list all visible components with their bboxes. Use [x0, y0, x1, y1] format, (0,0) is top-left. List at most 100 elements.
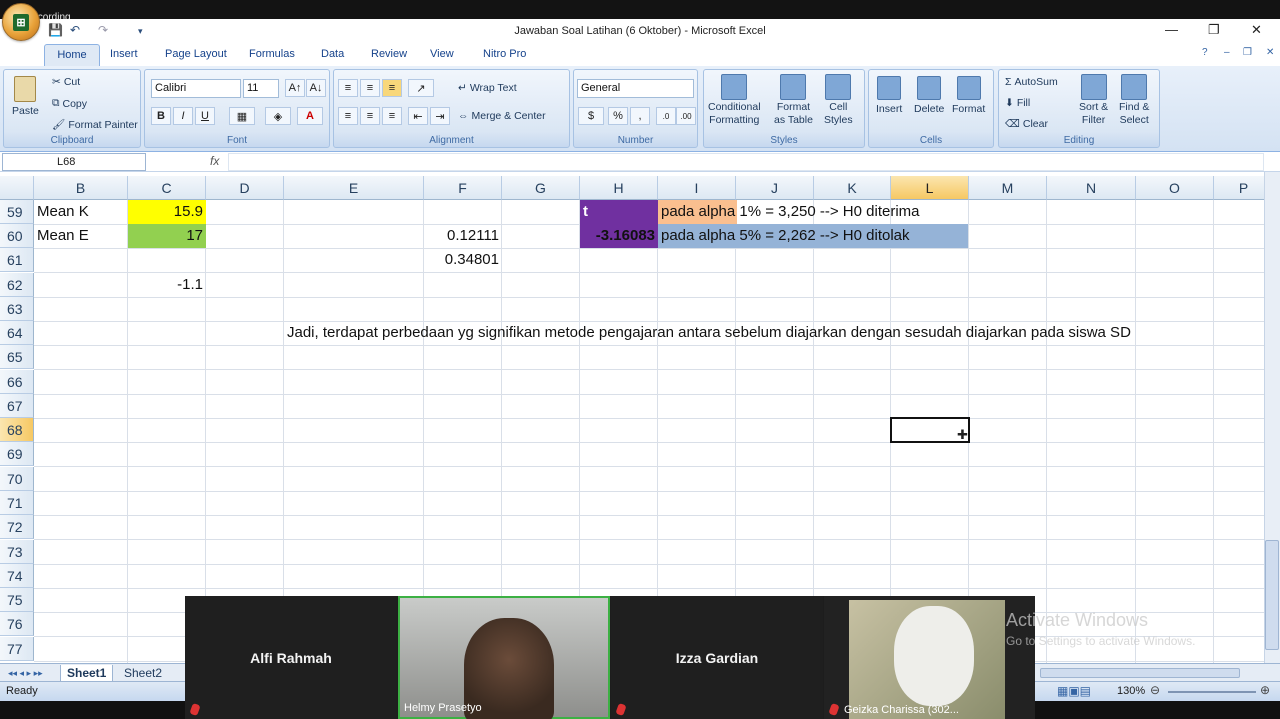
formula-input[interactable]: [228, 153, 1264, 171]
row-header-68[interactable]: 68: [0, 418, 34, 442]
tab-home[interactable]: Home: [44, 44, 100, 66]
column-header-j[interactable]: J: [736, 176, 814, 200]
cell-e64[interactable]: Jadi, terdapat perbedaan yg signifikan m…: [284, 321, 1204, 345]
participant-tile-2[interactable]: Helmy Prasetyo: [398, 596, 610, 719]
doc-close-icon[interactable]: ✕: [1266, 47, 1274, 58]
align-center-button[interactable]: ≡: [360, 107, 380, 125]
row-header-64[interactable]: 64: [0, 321, 34, 345]
currency-button[interactable]: $: [578, 107, 604, 125]
font-name-select[interactable]: Calibri: [151, 79, 241, 98]
cell-c60[interactable]: 17: [128, 224, 206, 248]
row-header-62[interactable]: 62: [0, 273, 34, 297]
fill-button[interactable]: ⬇ Fill: [1005, 97, 1030, 109]
sheet-tab-1[interactable]: Sheet1: [60, 665, 114, 682]
sheet-tab-2[interactable]: Sheet2: [118, 665, 168, 681]
column-header-b[interactable]: B: [34, 176, 128, 200]
underline-button[interactable]: U: [195, 107, 215, 125]
tab-formulas[interactable]: Formulas: [249, 48, 295, 60]
worksheet-grid[interactable]: B C D E F G H I J K L M N O P 59 60 61 6…: [0, 172, 1264, 663]
row-header-66[interactable]: 66: [0, 370, 34, 394]
sort-filter-button[interactable]: Sort & Filter: [1079, 74, 1108, 126]
cell-styles-button[interactable]: Cell Styles: [824, 74, 853, 126]
cell-f60[interactable]: 0.12111: [424, 224, 502, 248]
name-box[interactable]: L68: [2, 153, 146, 171]
cell-c59[interactable]: 15.9: [128, 200, 206, 224]
zoom-slider[interactable]: [1168, 691, 1256, 693]
orientation-button[interactable]: ↗: [408, 79, 434, 97]
comma-button[interactable]: ,: [630, 107, 650, 125]
bold-button[interactable]: B: [151, 107, 171, 125]
column-header-e[interactable]: E: [284, 176, 424, 200]
help-icon[interactable]: ?: [1202, 47, 1208, 58]
column-header-i[interactable]: I: [658, 176, 736, 200]
align-bottom-button[interactable]: ≡: [382, 79, 402, 97]
row-header-59[interactable]: 59: [0, 200, 34, 224]
row-header-63[interactable]: 63: [0, 297, 34, 321]
participant-tile-4[interactable]: Geizka Charissa (302...: [824, 596, 1035, 719]
number-format-select[interactable]: General: [577, 79, 694, 98]
horizontal-scrollbar[interactable]: [1040, 668, 1240, 678]
find-select-button[interactable]: Find & Select: [1119, 74, 1149, 126]
column-header-d[interactable]: D: [206, 176, 284, 200]
decrease-decimal-button[interactable]: .00: [676, 107, 696, 125]
cell-c62[interactable]: -1.1: [128, 273, 206, 297]
zoom-level[interactable]: 130%: [1117, 685, 1145, 697]
increase-indent-button[interactable]: ⇥: [430, 107, 450, 125]
column-header-g[interactable]: G: [502, 176, 580, 200]
cut-button[interactable]: ✂ Cut: [52, 76, 80, 88]
row-header-77[interactable]: 77: [0, 637, 34, 661]
format-as-table-button[interactable]: Format as Table: [774, 74, 813, 126]
doc-restore-icon[interactable]: ❐: [1243, 47, 1252, 58]
grow-font-button[interactable]: A↑: [285, 79, 305, 97]
delete-cells-button[interactable]: Delete: [914, 76, 944, 115]
zoom-out-icon[interactable]: ⊖: [1150, 683, 1160, 697]
row-header-61[interactable]: 61: [0, 248, 34, 272]
cell-b59[interactable]: Mean K: [34, 200, 128, 224]
conditional-formatting-button[interactable]: Conditional Formatting: [708, 74, 761, 126]
doc-minimize-icon[interactable]: –: [1224, 47, 1230, 58]
align-right-button[interactable]: ≡: [382, 107, 402, 125]
format-cells-button[interactable]: Format: [952, 76, 985, 115]
merge-center-button[interactable]: ⇔ Merge & Center: [458, 110, 546, 122]
row-header-70[interactable]: 70: [0, 467, 34, 491]
decrease-indent-button[interactable]: ⇤: [408, 107, 428, 125]
insert-function-icon[interactable]: fx: [210, 154, 219, 168]
copy-button[interactable]: ⧉ Copy: [52, 97, 87, 110]
cell-h59[interactable]: t: [580, 200, 658, 224]
wrap-text-button[interactable]: ↵ Wrap Text: [458, 82, 517, 94]
align-middle-button[interactable]: ≡: [360, 79, 380, 97]
fill-color-button[interactable]: ◈: [265, 107, 291, 125]
row-header-72[interactable]: 72: [0, 515, 34, 539]
row-header-75[interactable]: 75: [0, 588, 34, 612]
cell-f61[interactable]: 0.34801: [424, 248, 502, 272]
borders-button[interactable]: ▦: [229, 107, 255, 125]
column-header-p[interactable]: P: [1214, 176, 1264, 200]
cell-i60[interactable]: pada alpha 5% = 2,262 --> H0 ditolak: [658, 224, 968, 248]
vertical-scroll-thumb[interactable]: [1265, 540, 1279, 650]
column-header-l[interactable]: L: [891, 176, 969, 200]
column-header-n[interactable]: N: [1047, 176, 1136, 200]
row-header-60[interactable]: 60: [0, 224, 34, 248]
participant-tile-3[interactable]: Izza Gardian: [611, 596, 823, 719]
tab-insert[interactable]: Insert: [110, 48, 138, 60]
row-header-73[interactable]: 73: [0, 540, 34, 564]
italic-button[interactable]: I: [173, 107, 193, 125]
cell-i59[interactable]: pada alpha 1% = 3,250 --> H0 diterima: [658, 200, 968, 224]
row-header-69[interactable]: 69: [0, 442, 34, 466]
view-buttons-icon[interactable]: ▦▣▤: [1057, 684, 1091, 698]
office-button[interactable]: ⊞: [2, 3, 40, 41]
cell-b60[interactable]: Mean E: [34, 224, 128, 248]
tab-nitro-pro[interactable]: Nitro Pro: [483, 48, 526, 60]
row-header-76[interactable]: 76: [0, 612, 34, 636]
column-header-o[interactable]: O: [1136, 176, 1214, 200]
align-left-button[interactable]: ≡: [338, 107, 358, 125]
select-all-corner[interactable]: [0, 176, 34, 200]
zoom-in-icon[interactable]: ⊕: [1260, 683, 1270, 697]
clear-button[interactable]: ⌫ Clear: [1005, 118, 1048, 130]
column-header-h[interactable]: H: [580, 176, 658, 200]
close-button[interactable]: ✕: [1251, 22, 1262, 38]
column-header-f[interactable]: F: [424, 176, 502, 200]
tab-data[interactable]: Data: [321, 48, 344, 60]
restore-button[interactable]: ❐: [1208, 22, 1220, 38]
minimize-button[interactable]: —: [1165, 22, 1178, 37]
